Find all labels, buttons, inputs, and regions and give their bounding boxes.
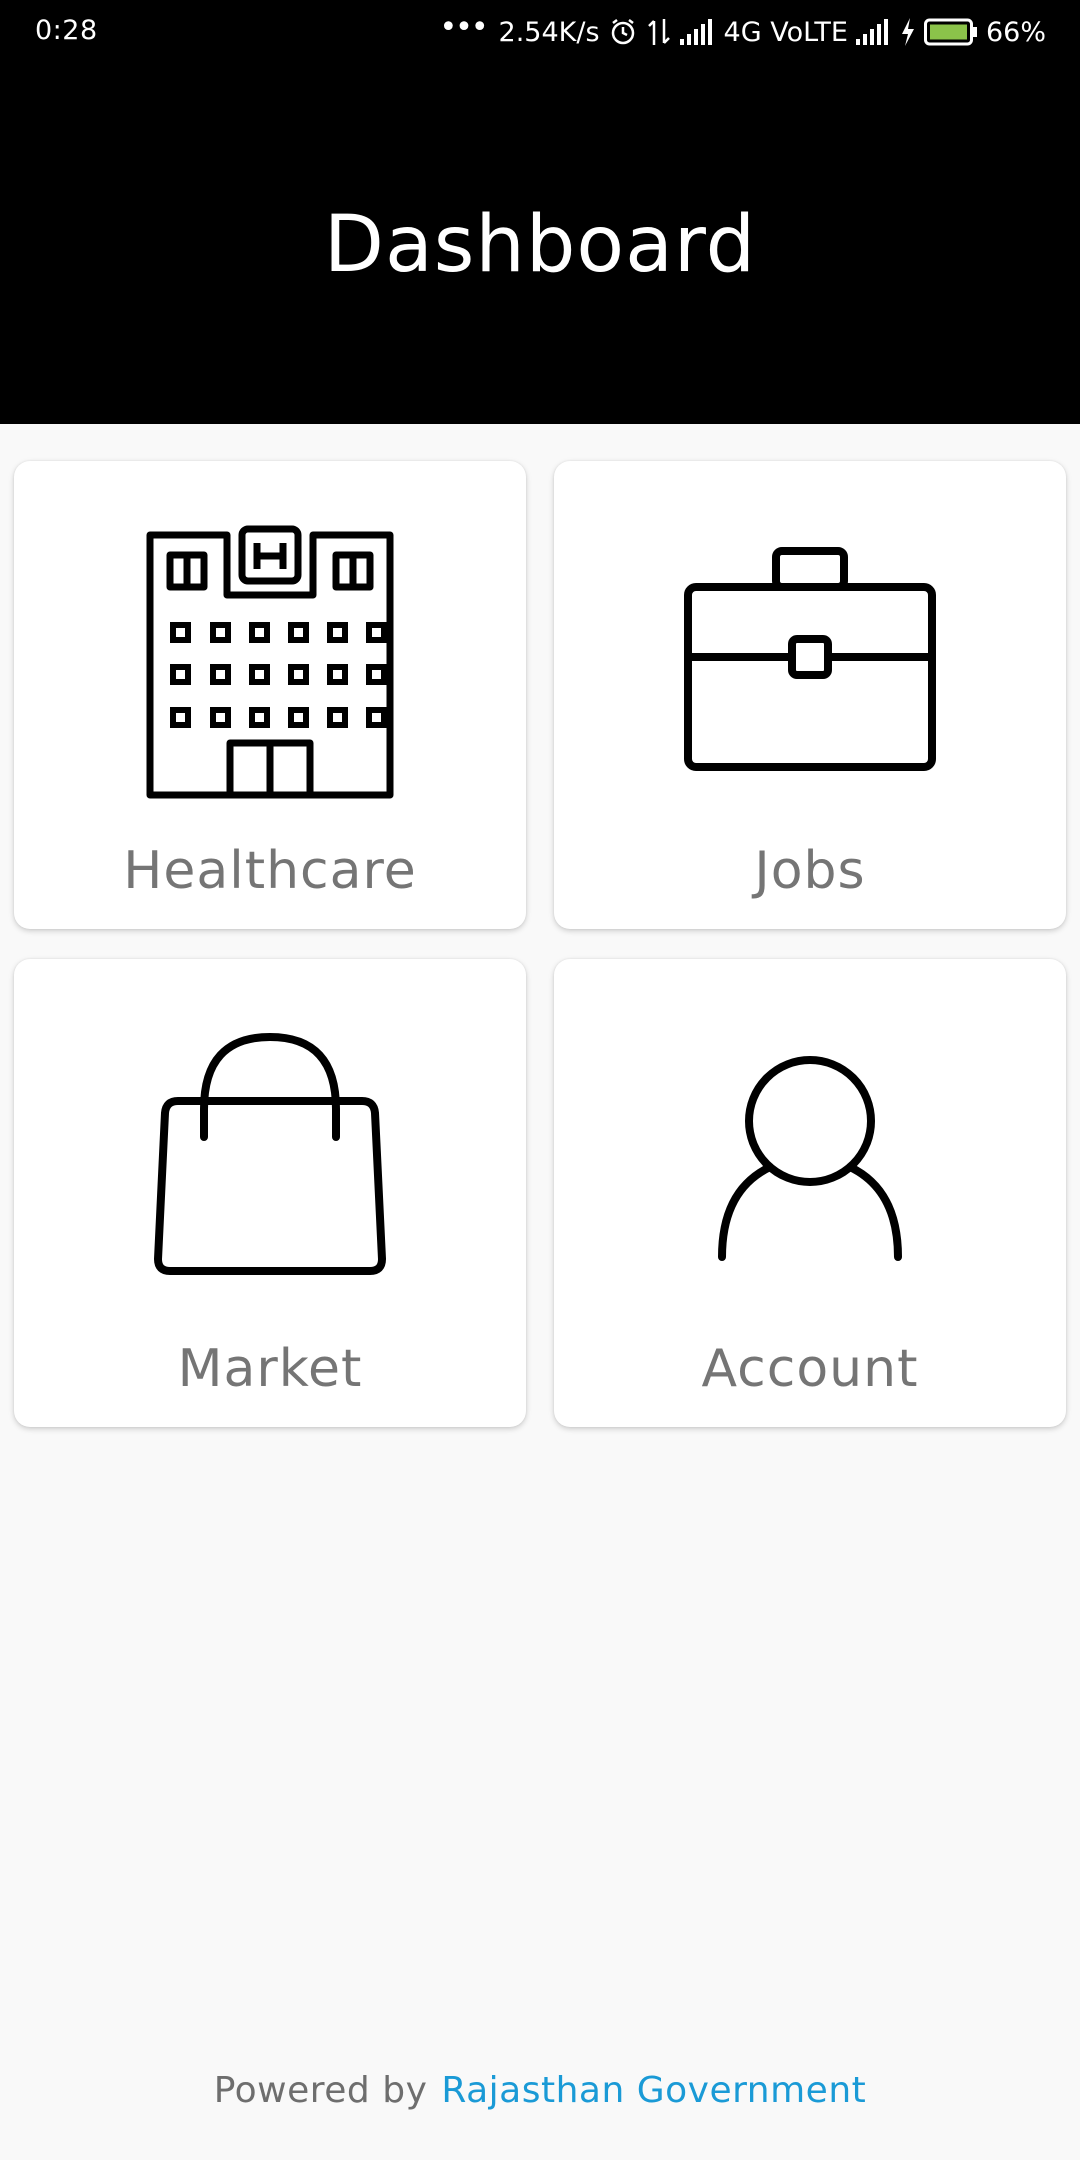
signal-icon: [679, 19, 712, 45]
alarm-icon: [611, 19, 634, 45]
app-header: 0:28 ••• 2.54K/s 4G VoLTE 66% Dashboard: [0, 0, 1080, 424]
tile-label: Healthcare: [123, 841, 417, 901]
network-speed: 2.54K/s: [498, 16, 600, 48]
tile-account[interactable]: Account: [554, 959, 1066, 1427]
tile-icon-wrap: [554, 959, 1066, 1299]
tile-icon-wrap: [14, 461, 526, 801]
footer-prefix: Powered by: [213, 2070, 428, 2111]
data-transfer-icon: [647, 19, 670, 45]
tile-icon-wrap: [14, 959, 526, 1299]
status-bar: 0:28 ••• 2.54K/s 4G VoLTE 66%: [0, 0, 1080, 66]
page-title: Dashboard: [323, 200, 757, 290]
tile-label: Jobs: [754, 841, 866, 901]
shopping-bag-icon: [154, 1033, 386, 1275]
more-dots-icon: •••: [439, 9, 488, 45]
status-time: 0:28: [35, 15, 98, 46]
network-type: 4G VoLTE: [723, 16, 848, 48]
dashboard-screen: 0:28 ••• 2.54K/s 4G VoLTE 66% Dashboard …: [0, 0, 1080, 2160]
signal-icon-2: [855, 19, 888, 45]
footer: Powered by Rajasthan Government: [0, 2070, 1080, 2111]
tile-icon-wrap: [554, 461, 1066, 801]
hospital-icon: [146, 525, 394, 799]
tile-label: Account: [701, 1339, 919, 1399]
footer-link[interactable]: Rajasthan Government: [441, 2070, 866, 2111]
charging-icon: [901, 18, 914, 46]
briefcase-icon: [684, 547, 936, 771]
battery-icon: [923, 18, 977, 46]
battery-percent: 66%: [985, 16, 1046, 48]
tile-market[interactable]: Market: [14, 959, 526, 1427]
user-icon: [718, 1056, 902, 1261]
tile-healthcare[interactable]: Healthcare: [14, 461, 526, 929]
tile-jobs[interactable]: Jobs: [554, 461, 1066, 929]
status-icons: ••• 2.54K/s 4G VoLTE 66%: [439, 9, 1046, 52]
tile-label: Market: [177, 1339, 363, 1399]
